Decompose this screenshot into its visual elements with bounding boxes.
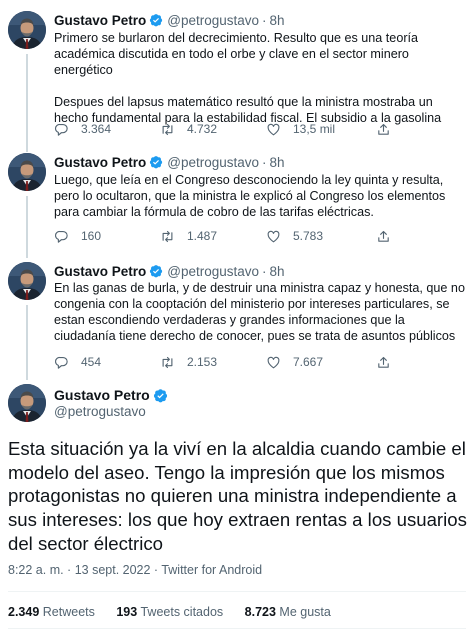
tweet-time[interactable]: 8h [270,264,285,279]
thread-tweet-2[interactable]: Gustavo Petro @petrogustavo · 8h Luego, … [0,152,474,258]
tweet-header: Gustavo Petro @petrogustavo · 8h [54,262,285,280]
reply-count: 454 [81,355,102,369]
verified-badge-icon [149,264,163,278]
tweet-actions: 160 1.487 5.783 [54,228,414,244]
tweet-paragraph: Luego, que leía en el Congreso desconoci… [54,173,446,219]
author-name[interactable]: Gustavo Petro [54,155,146,170]
likes-count: 8.723 [244,605,276,619]
tweet-header: Gustavo Petro @petrogustavo · 8h [54,153,285,171]
thread-tweet-3[interactable]: Gustavo Petro @petrogustavo · 8h En las … [0,258,474,380]
divider [8,628,466,629]
author-handle[interactable]: @petrogustavo [167,13,259,28]
divider [8,591,466,592]
reply-icon [54,355,69,370]
main-avatar[interactable] [8,384,46,422]
retweet-icon [160,122,175,137]
reply-count: 3.364 [81,122,112,136]
main-author-handle[interactable]: @petrogustavo [54,404,146,419]
reply-button[interactable]: 454 [54,354,101,370]
share-button[interactable] [376,354,403,370]
separator-dot: · [262,12,267,28]
tweet-actions: 3.364 4.732 13,5 mil [54,121,414,137]
tweet-text: En las ganas de burla, y de destruir una… [54,280,466,344]
likes-label: Me gusta [279,605,331,619]
quotes-label: Tweets citados [140,605,224,619]
like-count: 7.667 [293,355,324,369]
retweet-button[interactable]: 2.153 [160,354,217,370]
retweet-count: 2.153 [187,355,218,369]
main-author-name-row: Gustavo Petro [54,387,172,403]
share-button[interactable] [376,121,403,137]
quotes-count: 193 [116,605,138,619]
retweet-button[interactable]: 1.487 [160,228,217,244]
retweet-count: 4.732 [187,122,218,136]
thread-connector [26,54,28,152]
thread-connector [26,305,28,380]
reply-icon [54,229,69,244]
likes-stat[interactable]: 8.723 Me gusta [245,605,331,619]
author-name[interactable]: Gustavo Petro [54,13,146,28]
verified-badge-icon [149,13,163,27]
reply-icon [54,122,69,137]
like-button[interactable]: 13,5 mil [266,121,335,137]
retweet-count: 1.487 [187,229,218,243]
like-icon [266,229,281,244]
avatar[interactable] [8,153,46,191]
share-icon [376,122,391,137]
tweet-actions: 454 2.153 7.667 [54,354,414,370]
tweet-time[interactable]: 8h [270,13,285,28]
tweet-paragraph: Primero se burlaron del decrecimiento. R… [54,31,419,77]
author-name[interactable]: Gustavo Petro [54,264,146,279]
retweets-count: 2.349 [8,605,40,619]
share-icon [376,229,391,244]
retweets-label: Retweets [42,605,95,619]
thread-tweet-1[interactable]: Gustavo Petro @petrogustavo · 8h Primero… [0,0,474,152]
tweet-text: Luego, que leía en el Congreso desconoci… [54,172,466,220]
retweet-icon [160,229,175,244]
tweet-text: Primero se burlaron del decrecimiento. R… [54,30,466,126]
share-icon [376,355,391,370]
tweet-time[interactable]: 8h [270,155,285,170]
retweets-stat[interactable]: 2.349 Retweets [8,605,95,619]
retweet-icon [160,355,175,370]
tweet-header: Gustavo Petro @petrogustavo · 8h [54,11,285,29]
like-count: 5.783 [293,229,324,243]
avatar[interactable] [8,11,46,49]
share-button[interactable] [376,228,403,244]
like-icon [266,122,281,137]
main-author-name[interactable]: Gustavo Petro [54,387,150,403]
verified-badge-icon [153,388,168,403]
reply-button[interactable]: 160 [54,228,101,244]
like-button[interactable]: 5.783 [266,228,323,244]
retweet-button[interactable]: 4.732 [160,121,217,137]
like-count: 13,5 mil [293,122,336,136]
quotes-stat[interactable]: 193 Tweets citados [116,605,223,619]
separator-dot: · [262,154,267,170]
main-tweet-text: Esta situación ya la viví en la alcaldia… [8,438,467,554]
verified-badge-icon [149,155,163,169]
author-handle[interactable]: @petrogustavo [167,155,259,170]
reply-button[interactable]: 3.364 [54,121,111,137]
like-button[interactable]: 7.667 [266,354,323,370]
thread-connector [26,196,28,258]
tweet-meta[interactable]: 8:22 a. m. · 13 sept. 2022 · Twitter for… [8,563,262,577]
reply-count: 160 [81,229,102,243]
tweet-stats: 2.349 Retweets 193 Tweets citados 8.723 … [8,605,331,619]
tweet-paragraph: En las ganas de burla, y de destruir una… [54,281,465,343]
avatar[interactable] [8,262,46,300]
separator-dot: · [262,263,267,279]
author-handle[interactable]: @petrogustavo [167,264,259,279]
like-icon [266,355,281,370]
